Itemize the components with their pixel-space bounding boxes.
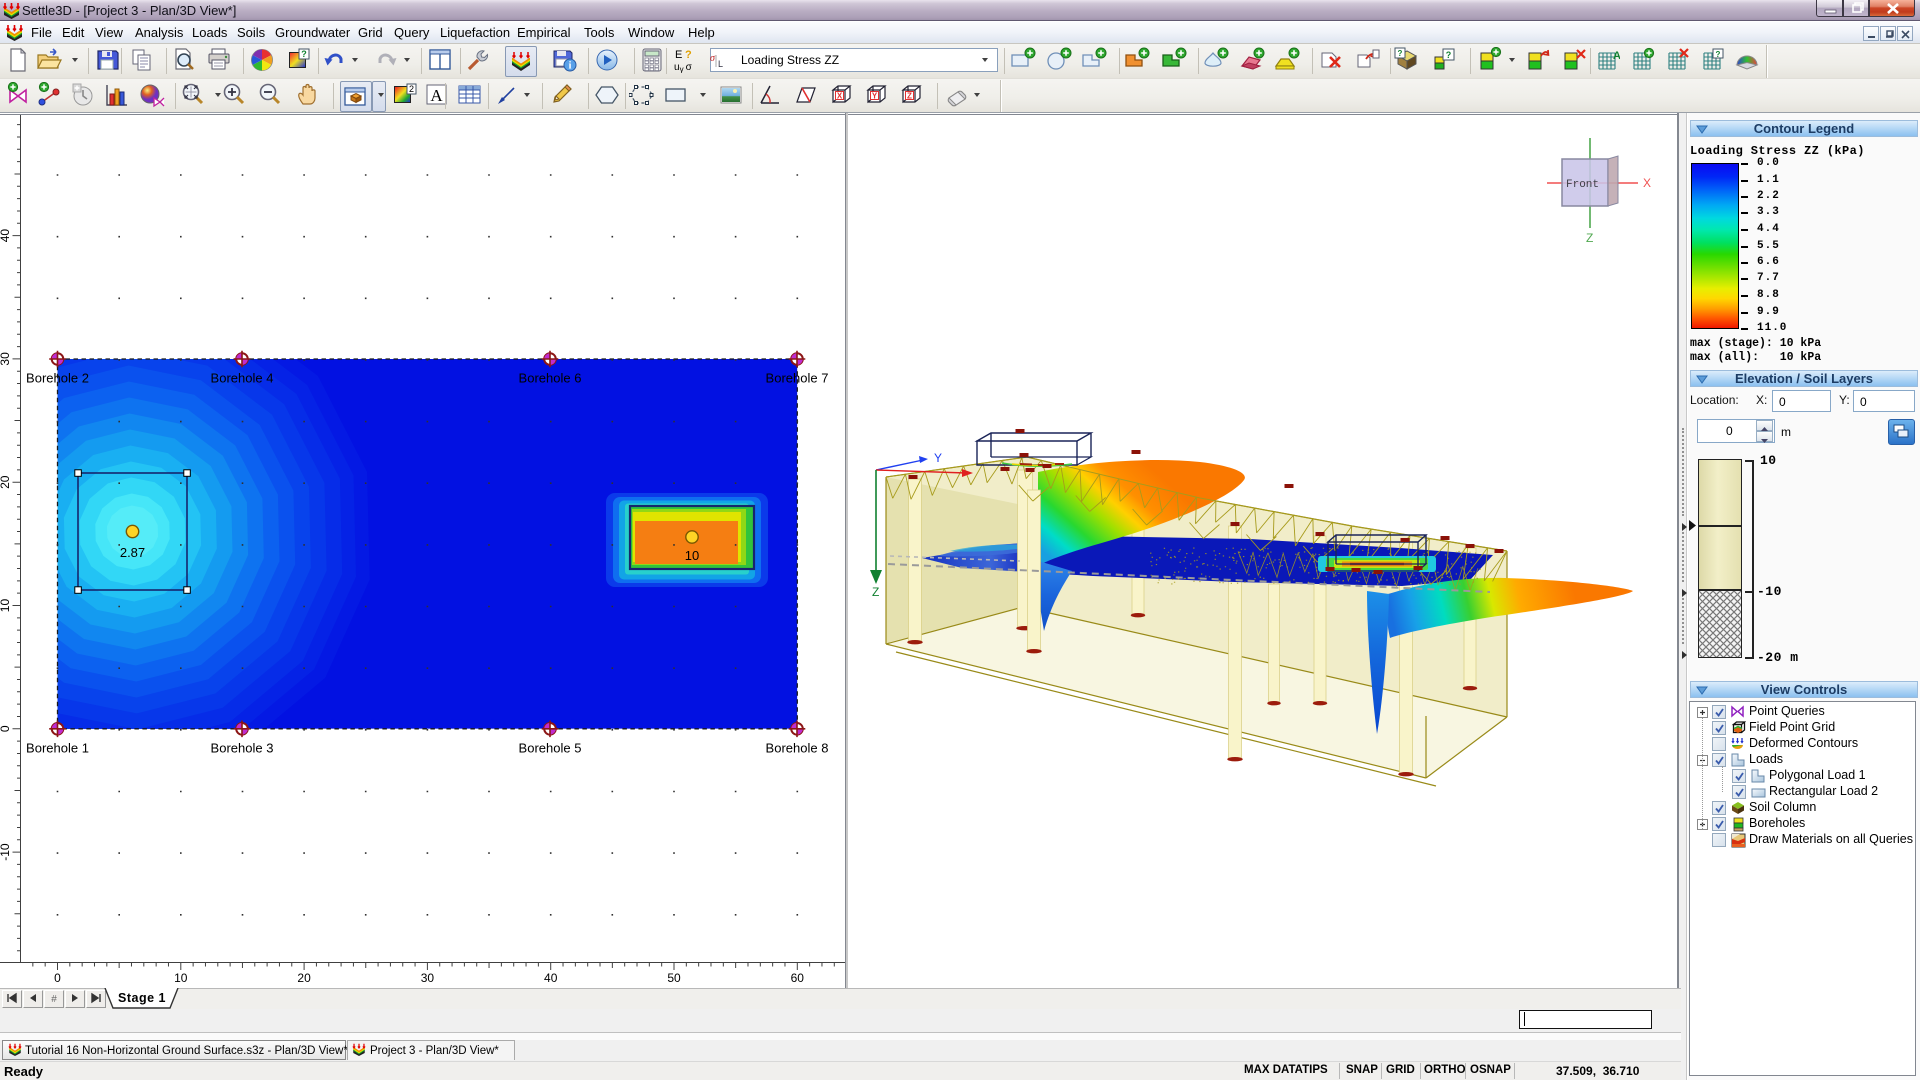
svg-text:Z: Z bbox=[872, 585, 879, 599]
svg-text:i: i bbox=[569, 61, 572, 72]
svg-text:A: A bbox=[430, 86, 443, 105]
svg-text:Borehole 8: Borehole 8 bbox=[766, 741, 829, 756]
svg-text:40: 40 bbox=[544, 971, 558, 985]
svg-text:30: 30 bbox=[421, 971, 435, 985]
svg-text:Borehole 5: Borehole 5 bbox=[519, 741, 582, 756]
svg-text:40: 40 bbox=[0, 229, 12, 243]
svg-text:?: ? bbox=[1398, 49, 1403, 58]
svg-text:Borehole 7: Borehole 7 bbox=[766, 371, 829, 386]
svg-text:L: L bbox=[718, 59, 723, 69]
svg-text:Borehole 2: Borehole 2 bbox=[26, 371, 89, 386]
svg-text:σ: σ bbox=[710, 53, 716, 64]
svg-text:A: A bbox=[1613, 50, 1620, 62]
svg-text:E: E bbox=[675, 49, 682, 61]
svg-text:20: 20 bbox=[297, 971, 311, 985]
svg-text:uγσ: uγ σ bbox=[674, 62, 693, 73]
svg-text:Y: Y bbox=[872, 92, 878, 101]
svg-text:?: ? bbox=[301, 49, 307, 59]
svg-text:X: X bbox=[837, 92, 843, 101]
svg-text:Z: Z bbox=[1586, 231, 1593, 245]
svg-text:2.87: 2.87 bbox=[120, 545, 145, 560]
svg-text:?: ? bbox=[685, 49, 692, 61]
svg-text:10: 10 bbox=[0, 599, 12, 613]
svg-text:0: 0 bbox=[54, 971, 61, 985]
svg-text:20: 20 bbox=[0, 475, 12, 489]
svg-text:Z: Z bbox=[907, 92, 912, 101]
svg-text:?: ? bbox=[1446, 50, 1452, 60]
svg-text:Borehole 1: Borehole 1 bbox=[26, 741, 89, 756]
svg-text:60: 60 bbox=[791, 971, 805, 985]
svg-text:30: 30 bbox=[0, 352, 12, 366]
svg-text:2: 2 bbox=[409, 84, 414, 94]
svg-text:50: 50 bbox=[667, 971, 681, 985]
svg-text:Borehole 3: Borehole 3 bbox=[211, 741, 274, 756]
svg-text:10: 10 bbox=[685, 548, 699, 563]
svg-text:?: ? bbox=[1716, 50, 1721, 59]
svg-text:Y: Y bbox=[934, 451, 942, 465]
svg-text:#: # bbox=[51, 994, 57, 1005]
svg-text:-10: -10 bbox=[0, 843, 12, 861]
svg-text:Borehole 4: Borehole 4 bbox=[211, 371, 274, 386]
svg-text:10: 10 bbox=[174, 971, 188, 985]
svg-text:Borehole 6: Borehole 6 bbox=[519, 371, 582, 386]
svg-text:0: 0 bbox=[0, 725, 12, 732]
svg-text:X: X bbox=[1643, 176, 1651, 190]
svg-text:Front: Front bbox=[1566, 179, 1599, 191]
